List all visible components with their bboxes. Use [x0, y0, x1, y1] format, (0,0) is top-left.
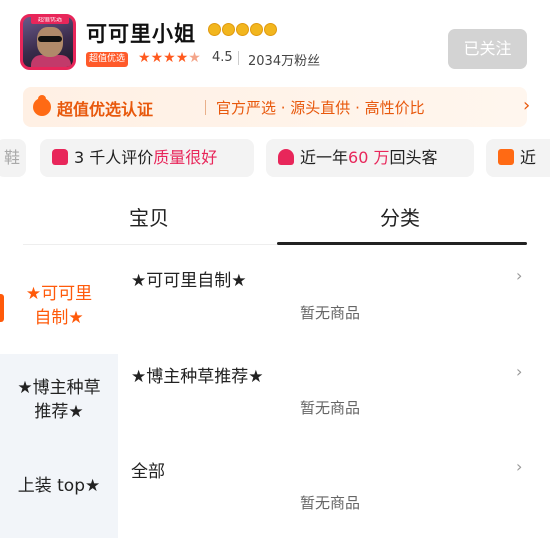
tab-products[interactable]: 宝贝 [129, 202, 169, 231]
fan-count: 2034万粉丝 [248, 54, 321, 69]
highlight-pills-row: 鞋 3 千人评价质量很好 近一年60 万回头客 近 [0, 139, 550, 177]
star-icon: ★ [150, 50, 164, 66]
chevron-right-icon[interactable]: › [516, 362, 522, 381]
thumbs-up-icon [52, 149, 68, 165]
sidebar-item-label-line1: 上装 top★ [17, 476, 101, 496]
category-sidebar: ★可可里 自制★ ★博主种草 推荐★ 上装 top★ [0, 258, 118, 538]
divider [238, 51, 239, 65]
half-star-icon: ★ [188, 50, 201, 66]
chevron-right-icon[interactable]: › [516, 266, 522, 285]
diamond-icon [264, 23, 277, 36]
certification-title: 超值优选认证 [57, 100, 154, 119]
empty-state-text: 暂无商品 [300, 494, 361, 512]
diamond-icon [250, 23, 263, 36]
shop-avatar[interactable]: 超值优选 [20, 14, 76, 70]
section-title[interactable]: ★博主种草推荐★ [131, 362, 263, 387]
sidebar-item-kekeli-made[interactable]: ★可可里 自制★ [0, 258, 118, 354]
pill-quality-prefix: 3 千人评价 [74, 148, 154, 167]
sidebar-item-label-line1: ★博主种草 [17, 378, 101, 398]
certification-banner[interactable]: 超值优选认证 官方严选 · 源头直供 · 高性价比 › [23, 87, 531, 127]
follow-button[interactable]: 已关注 [448, 29, 527, 69]
avatar-ribbon: 超值优选 [31, 16, 69, 24]
certification-description: 官方严选 · 源头直供 · 高性价比 [216, 99, 425, 117]
empty-state-text: 暂无商品 [300, 304, 361, 322]
sidebar-item-label-line1: ★可可里 [25, 284, 93, 304]
tab-bar: 宝贝 分类 [23, 200, 527, 246]
shop-header: 超值优选 可可里小姐 超值优选 ★ ★ ★ ★ ★ 4.5 2034万粉丝 已关… [0, 0, 550, 82]
value-badge: 超值优选 [86, 52, 129, 67]
avatar-figure-body [31, 55, 71, 67]
section-title[interactable]: ★可可里自制★ [131, 266, 246, 291]
tab-categories[interactable]: 分类 [380, 202, 420, 231]
sidebar-item-label-line2: 自制★ [34, 308, 84, 328]
section-title[interactable]: 全部 [131, 457, 165, 482]
pill-quality[interactable]: 3 千人评价质量很好 [40, 139, 254, 177]
star-icon: ★ [175, 50, 189, 66]
diamond-icon [236, 23, 249, 36]
active-tab-indicator [277, 242, 527, 245]
sidebar-item-label-line2: 推荐★ [34, 402, 84, 422]
shopping-cart-icon [498, 149, 514, 165]
pill-partial-right-text: 近 [520, 148, 537, 167]
avatar-figure-face [37, 27, 63, 57]
diamond-icon [208, 23, 221, 36]
pill-partial-left[interactable]: 鞋 [0, 139, 26, 177]
star-icon: ★ [163, 50, 176, 66]
person-icon [278, 149, 294, 165]
sidebar-item-tops[interactable]: 上装 top★ [0, 474, 118, 498]
pill-partial-right[interactable]: 近 [486, 139, 550, 177]
empty-state-text: 暂无商品 [300, 399, 361, 417]
shop-name: 可可里小姐 [86, 22, 196, 46]
pill-quality-highlight: 质量很好 [153, 148, 218, 167]
rating-stars: ★ ★ ★ ★ ★ [138, 49, 201, 67]
active-category-marker [0, 294, 4, 322]
divider [205, 100, 206, 115]
pill-repeat-suffix: 回头客 [389, 148, 438, 167]
avatar-sunglasses [38, 36, 62, 42]
pill-repeat-prefix: 近一年 [300, 148, 349, 167]
shop-level-diamonds [208, 23, 277, 36]
fire-icon [33, 95, 51, 116]
rating-value: 4.5 [212, 50, 233, 65]
avatar-ribbon-text: 超值优选 [37, 16, 62, 23]
diamond-icon [222, 23, 235, 36]
star-icon: ★ [138, 50, 151, 66]
pill-repeat-highlight: 60 万 [348, 148, 390, 167]
chevron-right-icon: › [523, 95, 531, 116]
pill-partial-left-text: 鞋 [4, 148, 21, 167]
sidebar-item-blogger-picks[interactable]: ★博主种草 推荐★ [0, 376, 118, 424]
pill-repeat-customers[interactable]: 近一年60 万回头客 [266, 139, 474, 177]
chevron-right-icon[interactable]: › [516, 457, 522, 476]
